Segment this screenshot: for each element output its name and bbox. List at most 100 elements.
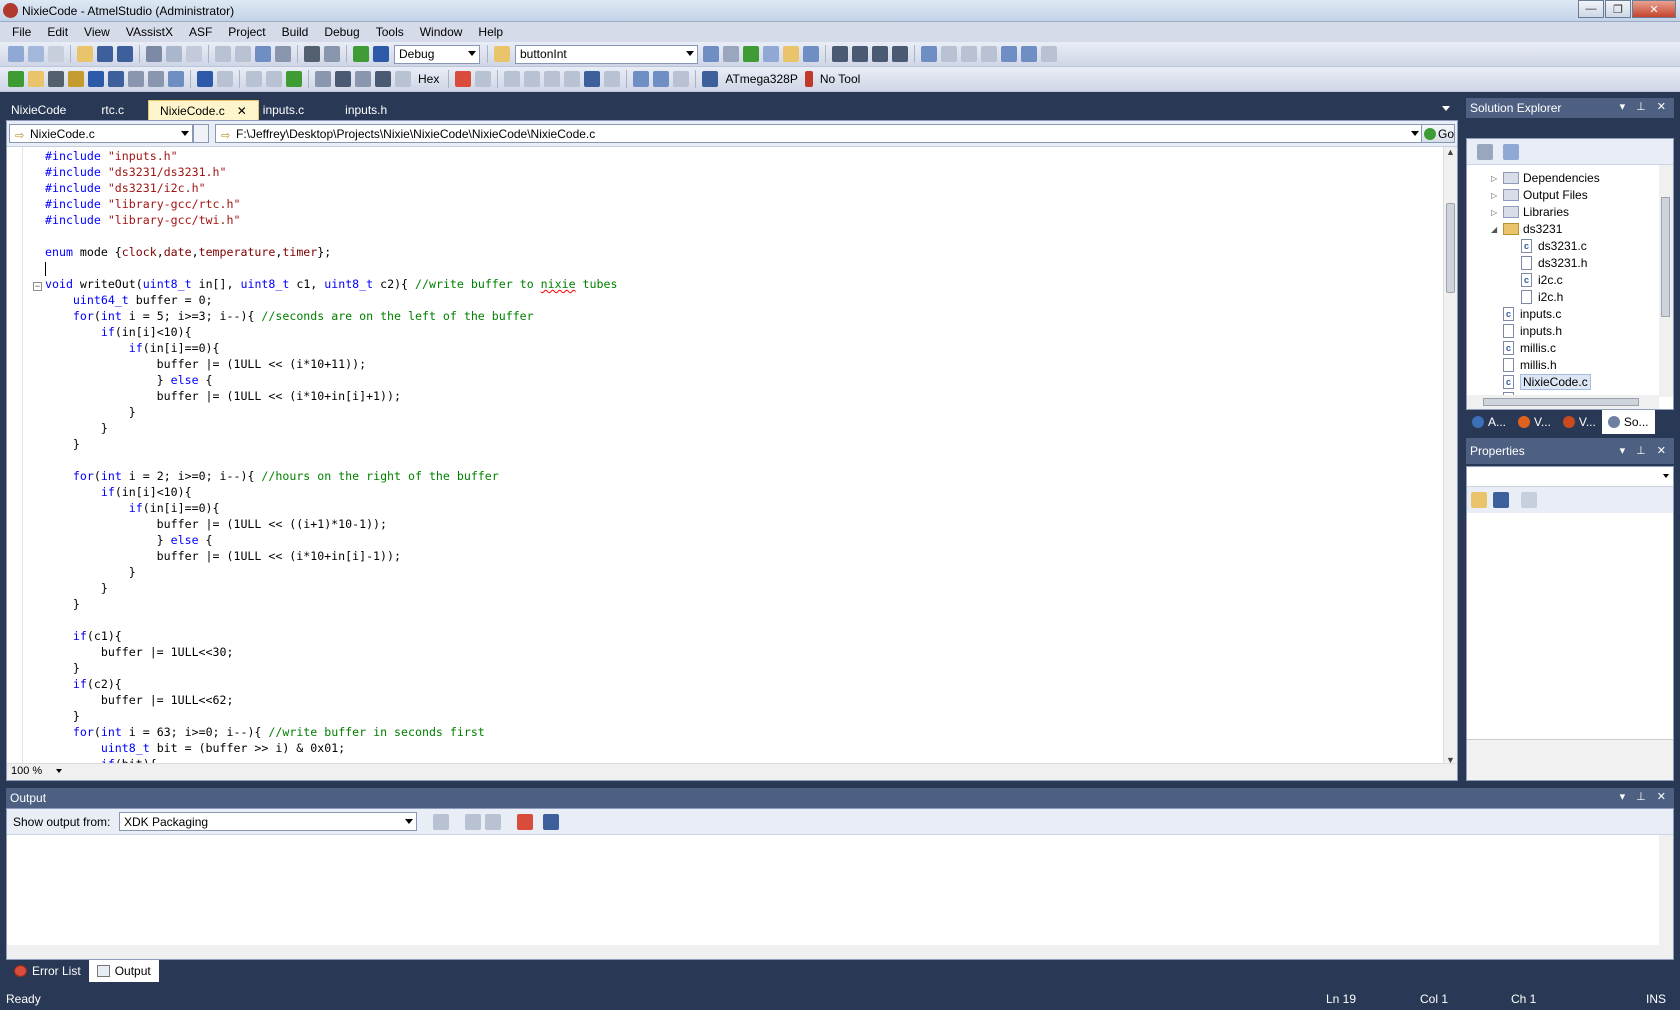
solution-item[interactable]: inputs.h — [1491, 322, 1562, 340]
scroll-up-icon[interactable]: ▲ — [1446, 147, 1455, 157]
start-debugging-icon[interactable] — [353, 46, 369, 62]
start-without-debugging-icon[interactable] — [373, 46, 389, 62]
menu-asf[interactable]: ASF — [181, 25, 220, 39]
watch-icon[interactable] — [604, 71, 621, 87]
memory-icon[interactable] — [108, 71, 124, 87]
format-icon[interactable] — [168, 71, 184, 87]
panel-controls[interactable]: ▾ ⊥ ✕ — [1620, 100, 1670, 113]
go-button[interactable]: Go — [1421, 124, 1455, 143]
next-bookmark-icon[interactable] — [961, 46, 977, 62]
solution-vertical-scrollbar[interactable] — [1659, 165, 1673, 397]
next-bookmark-folder-icon[interactable] — [1001, 46, 1017, 62]
cut-icon[interactable] — [146, 46, 162, 62]
atmel-studio-icon[interactable] — [3, 3, 18, 18]
tab-inputs-c[interactable]: inputs.c — [259, 100, 334, 120]
step-into-icon[interactable] — [315, 71, 331, 87]
outdent-icon[interactable] — [852, 46, 868, 62]
stop-debugging-icon[interactable] — [217, 71, 233, 87]
properties-object-select[interactable] — [1467, 467, 1673, 487]
prev-bookmark-folder-icon[interactable] — [981, 46, 997, 62]
find-icon[interactable] — [275, 46, 291, 62]
word-wrap-icon[interactable] — [543, 814, 559, 830]
prev-message-icon[interactable] — [465, 814, 481, 830]
close-icon[interactable]: ✕ — [237, 104, 247, 118]
bookmark-icon[interactable] — [921, 46, 937, 62]
categorized-icon[interactable] — [1471, 492, 1487, 508]
open-file-icon[interactable] — [77, 46, 93, 62]
extension-manager-icon[interactable] — [783, 46, 799, 62]
undo-icon[interactable] — [215, 46, 231, 62]
processor-icon[interactable] — [584, 71, 601, 87]
side-panel-tab[interactable]: A... — [1466, 410, 1512, 434]
solution-item[interactable]: c inputs.c — [1491, 305, 1561, 323]
scroll-thumb[interactable] — [1483, 398, 1639, 406]
reset-icon[interactable] — [395, 71, 411, 87]
copy-icon[interactable] — [166, 46, 182, 62]
scroll-thumb[interactable] — [1446, 203, 1455, 293]
solution-item[interactable]: c NixieCode.c — [1491, 373, 1591, 391]
alphabetical-icon[interactable] — [1493, 492, 1509, 508]
registers-icon[interactable] — [524, 71, 541, 87]
solution-item[interactable]: c ds3231.c — [1509, 237, 1587, 255]
break-all-icon[interactable] — [197, 71, 213, 87]
expand-toggle-icon[interactable]: ▷ — [1491, 208, 1503, 217]
scope-spinner[interactable] — [193, 124, 209, 143]
memory-window-icon[interactable] — [544, 71, 561, 87]
solution-item[interactable]: ▷ Libraries — [1491, 203, 1569, 221]
continue-icon[interactable] — [286, 71, 302, 87]
run-to-cursor-icon[interactable] — [375, 71, 391, 87]
editor-vertical-scrollbar[interactable]: ▲ ▼ — [1443, 147, 1457, 765]
side-panel-tab[interactable]: V... — [1557, 410, 1602, 434]
device-icon[interactable] — [673, 71, 690, 87]
comment-icon[interactable] — [872, 46, 888, 62]
tab-inputs-h[interactable]: inputs.h — [334, 100, 398, 120]
code-icon[interactable] — [128, 71, 144, 87]
solution-explorer-icon[interactable] — [703, 46, 719, 62]
tab-output[interactable]: Output — [88, 960, 159, 982]
io-view-icon[interactable] — [564, 71, 581, 87]
show-next-statement-icon[interactable] — [246, 71, 262, 87]
menu-tools[interactable]: Tools — [368, 25, 412, 39]
solution-item[interactable]: c i2c.c — [1509, 271, 1563, 289]
tools-icon[interactable] — [48, 71, 64, 87]
solution-item[interactable]: ▷ Output Files — [1491, 186, 1588, 204]
spell-check-icon[interactable] — [148, 71, 164, 87]
add-item-icon[interactable] — [28, 46, 44, 62]
chip-icon[interactable] — [88, 71, 104, 87]
maximize-button[interactable]: ❐ — [1605, 0, 1631, 18]
solution-item[interactable]: ▷ Dependencies — [1491, 169, 1600, 187]
tool-name[interactable]: No Tool — [820, 72, 860, 86]
redo-icon[interactable] — [235, 46, 251, 62]
window-icon[interactable] — [803, 46, 819, 62]
tool-icon[interactable] — [68, 71, 84, 87]
prev-bookmark-icon[interactable] — [941, 46, 957, 62]
tab-nixiecode-project[interactable]: NixieCode — [0, 100, 77, 120]
find-in-files-icon[interactable] — [494, 46, 510, 62]
output-horizontal-scrollbar[interactable] — [7, 945, 1659, 959]
hex-toggle[interactable]: Hex — [418, 72, 439, 86]
grid-icon[interactable] — [653, 71, 670, 87]
code-text-area[interactable]: − #include "inputs.h" #include "ds3231/ds… — [7, 147, 1443, 765]
tab-error-list[interactable]: Error List — [6, 960, 89, 982]
solution-item[interactable]: ds3231.h — [1509, 254, 1587, 272]
collapse-icon[interactable]: − — [33, 282, 42, 291]
windows-dropdown-icon[interactable] — [475, 71, 492, 87]
side-panel-tab[interactable]: So... — [1601, 410, 1655, 434]
property-pages-icon[interactable] — [1521, 492, 1537, 508]
find-message-icon[interactable] — [433, 814, 449, 830]
expand-toggle-icon[interactable]: ◢ — [1491, 225, 1503, 234]
solution-item[interactable]: ◢ ds3231 — [1491, 220, 1562, 238]
menu-window[interactable]: Window — [412, 25, 471, 39]
clear-bookmarks-icon[interactable] — [1021, 46, 1037, 62]
layout-icon[interactable] — [633, 71, 650, 87]
show-all-files-icon[interactable] — [1477, 144, 1493, 160]
menu-file[interactable]: File — [4, 25, 39, 39]
output-vertical-scrollbar[interactable] — [1659, 835, 1673, 959]
paste-icon[interactable] — [186, 46, 202, 62]
tabs-dropdown-icon[interactable] — [1442, 106, 1450, 111]
tab-nixiecode-c[interactable]: NixieCode.c ✕ — [148, 100, 259, 120]
object-browser-icon[interactable] — [763, 46, 779, 62]
close-button[interactable]: ✕ — [1632, 0, 1676, 18]
device-programming-icon[interactable] — [8, 71, 24, 87]
save-all-icon[interactable] — [117, 46, 133, 62]
